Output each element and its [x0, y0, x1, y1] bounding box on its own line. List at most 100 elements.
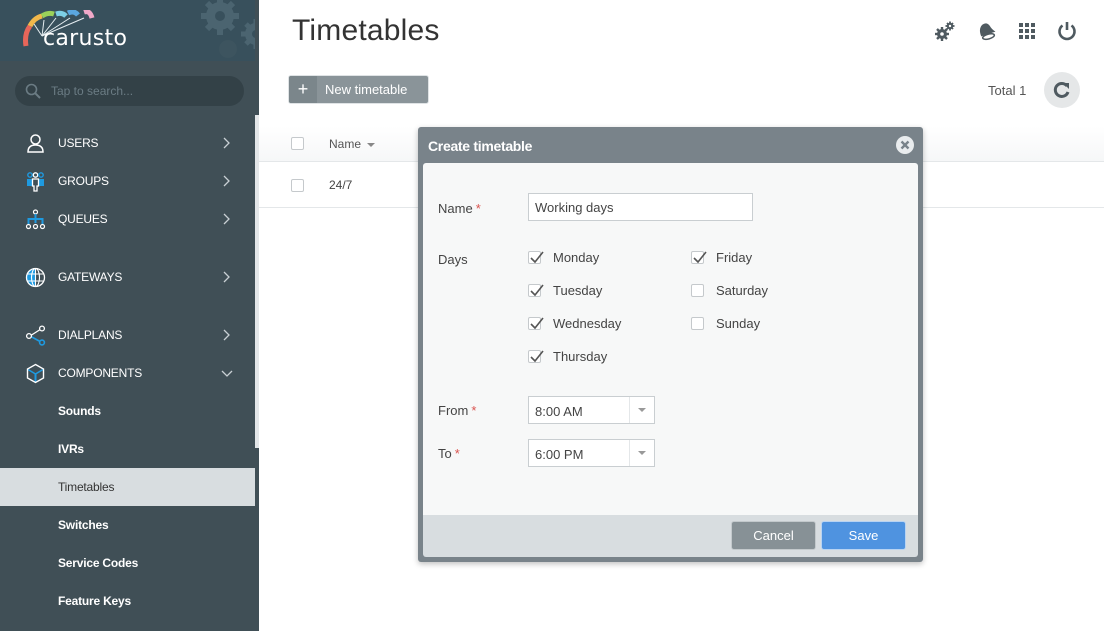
required-mark: *	[454, 446, 460, 461]
group-icon	[27, 172, 44, 192]
from-label: From *	[438, 403, 476, 418]
from-label-text: From	[438, 403, 469, 418]
queue-tree-icon	[25, 209, 46, 230]
day-label: Thursday	[553, 349, 608, 364]
decorative-gears-icon	[201, 0, 259, 58]
sidebar-header: carusto	[0, 0, 259, 61]
checkbox[interactable]	[691, 251, 707, 264]
chevron-down-icon	[221, 370, 233, 377]
day-label: Wednesday	[553, 316, 622, 331]
sidebar-subitem-label: Service Codes	[58, 556, 139, 570]
sidebar-subitem-timetables[interactable]: Timetables	[0, 468, 255, 506]
apps-grid-icon[interactable]	[1016, 20, 1038, 42]
sidebar-item-label: DIALPLANS	[58, 328, 123, 342]
checkbox[interactable]	[528, 317, 544, 330]
dropdown-toggle[interactable]	[629, 397, 654, 423]
sidebar-subitem-ivrs[interactable]: IVRs	[0, 430, 255, 468]
sidebar-item-dialplans[interactable]: DIALPLANS	[0, 316, 255, 354]
total-count: Total 1	[988, 83, 1027, 98]
sidebar-item-gateways[interactable]: GATEWAYS	[0, 258, 255, 296]
globe-icon	[25, 267, 46, 288]
refresh-icon	[1053, 81, 1070, 98]
sidebar-item-groups[interactable]: GROUPS	[0, 162, 255, 200]
sidebar-item-label: GATEWAYS	[58, 270, 123, 284]
cancel-button[interactable]: Cancel	[731, 521, 816, 550]
sidebar-item-label: USERS	[58, 136, 99, 150]
checkbox[interactable]	[528, 251, 544, 264]
sidebar-item-components[interactable]: COMPONENTS	[0, 354, 255, 392]
sidebar-subitem-label: IVRs	[58, 442, 84, 456]
day-label: Friday	[716, 250, 753, 265]
required-mark: *	[475, 201, 481, 216]
day-label: Saturday	[716, 283, 769, 298]
checkmark-icon	[530, 284, 544, 297]
sort-desc-icon	[367, 142, 376, 147]
refresh-button[interactable]	[1044, 72, 1080, 108]
row-checkbox[interactable]	[291, 179, 304, 192]
dialog-footer: Cancel Save	[423, 515, 918, 557]
notifications-bell-icon[interactable]	[975, 20, 997, 42]
column-header-name[interactable]: Name	[329, 137, 376, 151]
sidebar-item-users[interactable]: USERS	[0, 124, 255, 162]
caret-down-icon	[638, 451, 646, 455]
sidebar-item-label: GROUPS	[58, 174, 109, 188]
sidebar-subitem-service-codes[interactable]: Service Codes	[0, 544, 255, 582]
chevron-right-icon	[223, 175, 230, 187]
search-input[interactable]	[51, 76, 236, 106]
to-time-value: 6:00 PM	[535, 447, 584, 462]
plus-icon: +	[289, 76, 317, 103]
new-timetable-button[interactable]: + New timetable	[288, 75, 429, 104]
sidebar-subitem-label: Feature Keys	[58, 594, 131, 608]
checkmark-icon	[530, 350, 544, 363]
settings-gears-icon[interactable]	[934, 20, 956, 42]
name-label: Name *	[438, 201, 481, 216]
save-button[interactable]: Save	[821, 521, 906, 550]
power-icon[interactable]	[1056, 20, 1078, 42]
user-icon	[27, 134, 44, 153]
select-all-checkbox[interactable]	[291, 137, 304, 150]
to-label: To *	[438, 446, 460, 461]
day-label: Sunday	[716, 316, 761, 331]
to-time-select[interactable]: 6:00 PM	[528, 439, 655, 467]
name-input[interactable]	[528, 193, 753, 221]
to-label-text: To	[438, 446, 452, 461]
header-toolbar	[930, 20, 1090, 44]
sidebar-item-queues[interactable]: QUEUES	[0, 200, 255, 238]
sidebar-subitem-label: Timetables	[58, 480, 115, 494]
sidebar-subitem-feature-keys[interactable]: Feature Keys	[0, 582, 255, 620]
dialog-body: Name* Days Monday Tuesday Wednesday Thur…	[423, 163, 918, 515]
dropdown-toggle[interactable]	[629, 440, 654, 466]
checkmark-icon	[530, 251, 544, 264]
chevron-right-icon	[223, 329, 230, 341]
column-header-label: Name	[329, 137, 362, 151]
day-label: Monday	[553, 250, 600, 265]
sidebar-subitem-switches[interactable]: Switches	[0, 506, 255, 544]
sidebar-subitem-label: Sounds	[58, 404, 101, 418]
chevron-right-icon	[223, 213, 230, 225]
from-time-select[interactable]: 8:00 AM	[528, 396, 655, 424]
chevron-right-icon	[223, 137, 230, 149]
sidebar-subitem-sounds[interactable]: Sounds	[0, 392, 255, 430]
checkmark-icon	[530, 317, 544, 330]
checkbox[interactable]	[691, 317, 704, 330]
page-title: Timetables	[292, 14, 440, 47]
sidebar: carusto USERS GROUPS	[0, 0, 259, 631]
name-label-text: Name	[438, 201, 473, 216]
close-button[interactable]	[896, 136, 914, 154]
dialog-title: Create timetable	[428, 138, 533, 154]
chevron-right-icon	[223, 271, 230, 283]
checkbox[interactable]	[691, 284, 704, 297]
row-name: 24/7	[329, 178, 353, 192]
share-nodes-icon	[25, 325, 46, 346]
checkbox[interactable]	[528, 284, 544, 297]
required-mark: *	[471, 403, 477, 418]
cube-icon	[26, 363, 45, 384]
create-timetable-dialog: Create timetable Name* Days Monday Tuesd…	[418, 127, 923, 562]
days-label: Days	[438, 252, 468, 267]
day-label: Tuesday	[553, 283, 603, 298]
checkbox[interactable]	[528, 350, 544, 363]
sidebar-search	[15, 76, 244, 106]
search-icon	[25, 83, 41, 99]
new-timetable-label: New timetable	[325, 82, 408, 97]
close-icon	[900, 140, 910, 150]
